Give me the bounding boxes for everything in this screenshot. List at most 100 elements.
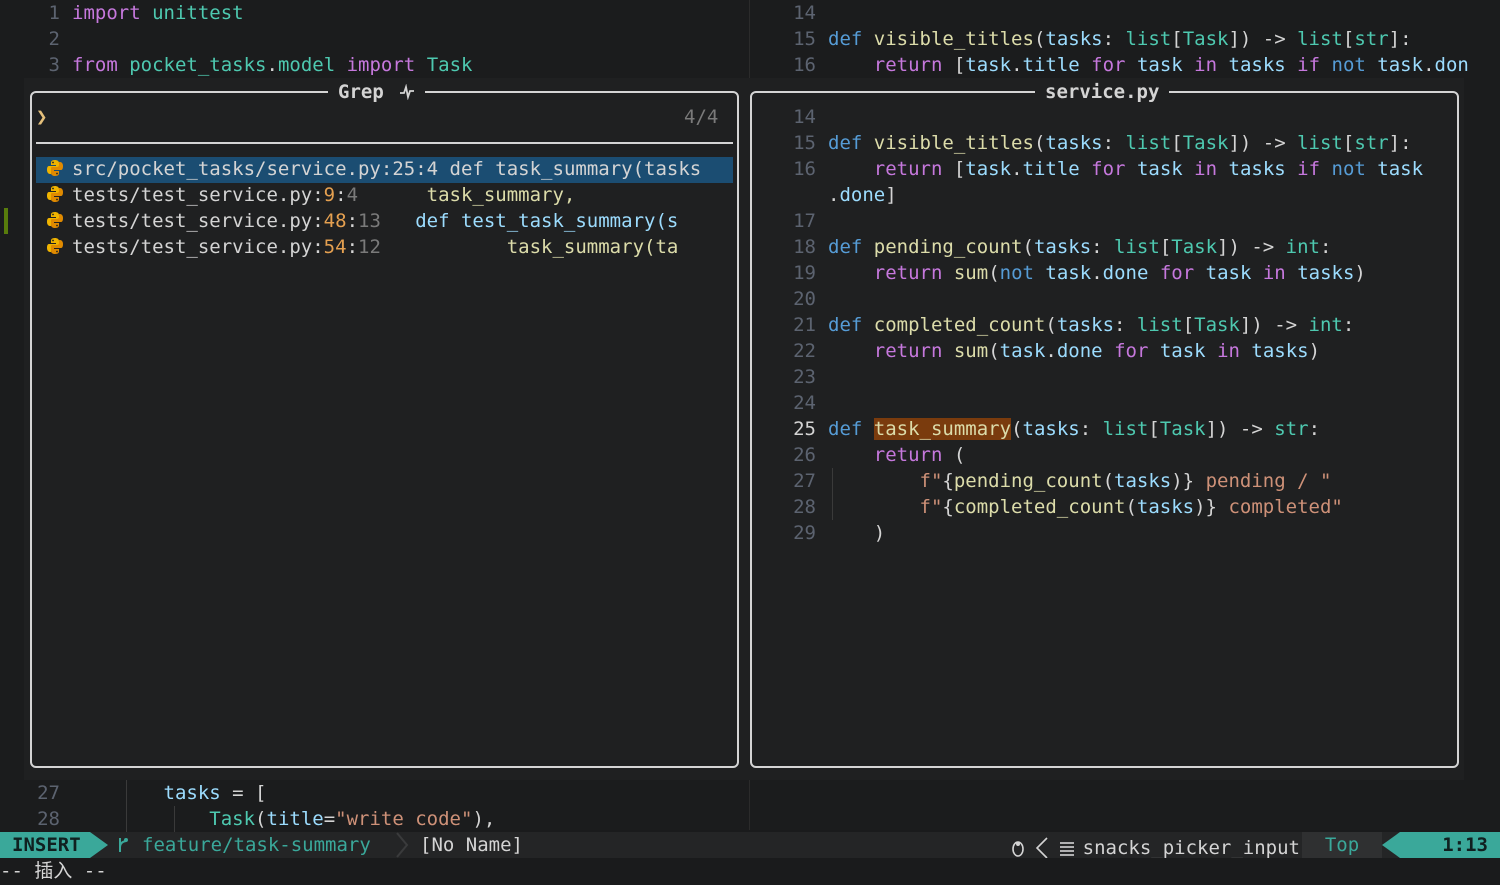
code-token: str	[1354, 28, 1389, 50]
code-line[interactable]: def pending_count(tasks: list[Task]) -> …	[828, 234, 1454, 260]
git-branch[interactable]: feature/task-summary	[116, 832, 371, 858]
code-token: tasks	[1056, 314, 1115, 336]
python-file-icon	[47, 238, 63, 254]
code-line[interactable]	[72, 26, 748, 52]
result-separator: :	[312, 184, 324, 206]
command-line[interactable]: -- 插入 --	[0, 858, 1500, 885]
indent-guide	[832, 468, 833, 520]
code-line[interactable]: return [task.title for task in tasks if …	[828, 156, 1454, 182]
code-token: title	[1022, 54, 1080, 76]
python-file-icon	[47, 186, 63, 202]
result-item[interactable]: tests/test_service.py:9:4 task_summary,	[46, 182, 732, 208]
code-line[interactable]	[828, 208, 1454, 234]
code-token: task	[999, 340, 1046, 362]
python-file-icon	[47, 212, 63, 228]
lines-icon	[1059, 842, 1074, 856]
result-line-number: 48	[323, 210, 347, 232]
line-number	[776, 182, 816, 208]
code-token: Task	[426, 54, 473, 76]
code-line[interactable]: def completed_count(tasks: list[Task]) -…	[828, 312, 1454, 338]
search-input[interactable]: task_summary	[60, 104, 222, 130]
result-match-text: task_summary,	[358, 184, 576, 206]
code-line[interactable]: def visible_titles(tasks: list[Task]) ->…	[828, 130, 1454, 156]
code-token: task	[1377, 54, 1424, 76]
result-column: 12	[358, 236, 381, 258]
code-token: in	[1217, 340, 1240, 362]
code-line[interactable]: f"{completed_count(tasks)} completed"	[828, 494, 1454, 520]
chevron-left-icon	[1035, 837, 1048, 859]
code-line[interactable]: from pocket_tasks.model import Task	[72, 52, 748, 78]
code-token: in	[1262, 262, 1286, 284]
code-line[interactable]: f"{pending_count(tasks)} pending / "	[828, 468, 1454, 494]
code-token: list	[1297, 132, 1343, 154]
code-token: :	[1342, 314, 1355, 336]
line-number: 3	[48, 54, 60, 76]
code-token: Task	[209, 808, 256, 830]
code-line[interactable]: )	[828, 520, 1454, 546]
result-item[interactable]: tests/test_service.py:48:13 def test_tas…	[46, 208, 732, 234]
code-line[interactable]: return [task.title for task in tasks if …	[828, 52, 1500, 78]
code-token: tasks	[1045, 132, 1103, 154]
code-token: task	[965, 54, 1012, 76]
code-token: .	[266, 54, 278, 76]
code-token: def	[828, 132, 863, 154]
line-number: 28	[37, 808, 60, 830]
code-line[interactable]: def visible_titles(tasks: list[Task]) ->…	[828, 26, 1500, 52]
code-line[interactable]: .done]	[828, 182, 1454, 208]
code-token: [	[942, 54, 966, 76]
code-token: in	[1194, 54, 1218, 76]
result-separator: :	[346, 210, 359, 232]
result-item[interactable]: src/pocket_tasks/service.py:25:4 def tas…	[46, 156, 732, 182]
code-line[interactable]	[828, 286, 1454, 312]
code-token: int	[1285, 236, 1320, 258]
code-token: ]) ->	[1228, 132, 1298, 154]
result-line-number: 54	[323, 236, 347, 258]
code-token: done	[1102, 262, 1149, 284]
code-token: task	[1205, 262, 1252, 284]
code-token: list	[1136, 314, 1183, 336]
code-line[interactable]: return sum(task.done for task in tasks)	[828, 338, 1454, 364]
code-line[interactable]	[828, 390, 1454, 416]
result-count: 4/4	[684, 106, 719, 128]
result-match-text: def task_summary(tasks	[438, 158, 702, 180]
code-token: )}	[1171, 470, 1195, 492]
code-line[interactable]	[828, 0, 1500, 26]
code-line[interactable]: import unittest	[72, 0, 748, 26]
code-token: :	[1320, 236, 1332, 258]
code-token: tasks	[1033, 236, 1092, 258]
code-line[interactable]	[828, 104, 1454, 130]
result-item[interactable]: tests/test_service.py:54:12 task_summary…	[46, 234, 732, 260]
code-token: import	[346, 54, 416, 76]
code-token: def	[828, 28, 863, 50]
filetype-section: snacks_picker_input	[1011, 832, 1300, 859]
activity-icon	[400, 83, 415, 101]
code-token: "write code"	[335, 808, 473, 830]
code-token: = [	[220, 782, 267, 804]
code-token: Task	[1171, 236, 1218, 258]
code-line[interactable]: def task_summary(tasks: list[Task]) -> s…	[828, 416, 1454, 442]
mode-separator	[90, 832, 108, 858]
code-line[interactable]: return (	[828, 442, 1454, 468]
code-token: if	[1297, 158, 1321, 180]
result-match-text: task_summary(ta	[380, 236, 679, 258]
code-token: not	[999, 262, 1034, 284]
line-number: 1	[48, 2, 60, 24]
code-line[interactable]: tasks = [	[72, 780, 748, 806]
code-line[interactable]	[828, 364, 1454, 390]
line-number: 25	[793, 418, 816, 440]
code-line[interactable]: return sum(not task.done for task in tas…	[828, 260, 1454, 286]
line-number: 15	[793, 28, 816, 50]
code-token: (	[1045, 314, 1057, 336]
filetype-label: snacks_picker_input	[1082, 837, 1300, 859]
code-token: .	[1423, 54, 1435, 76]
